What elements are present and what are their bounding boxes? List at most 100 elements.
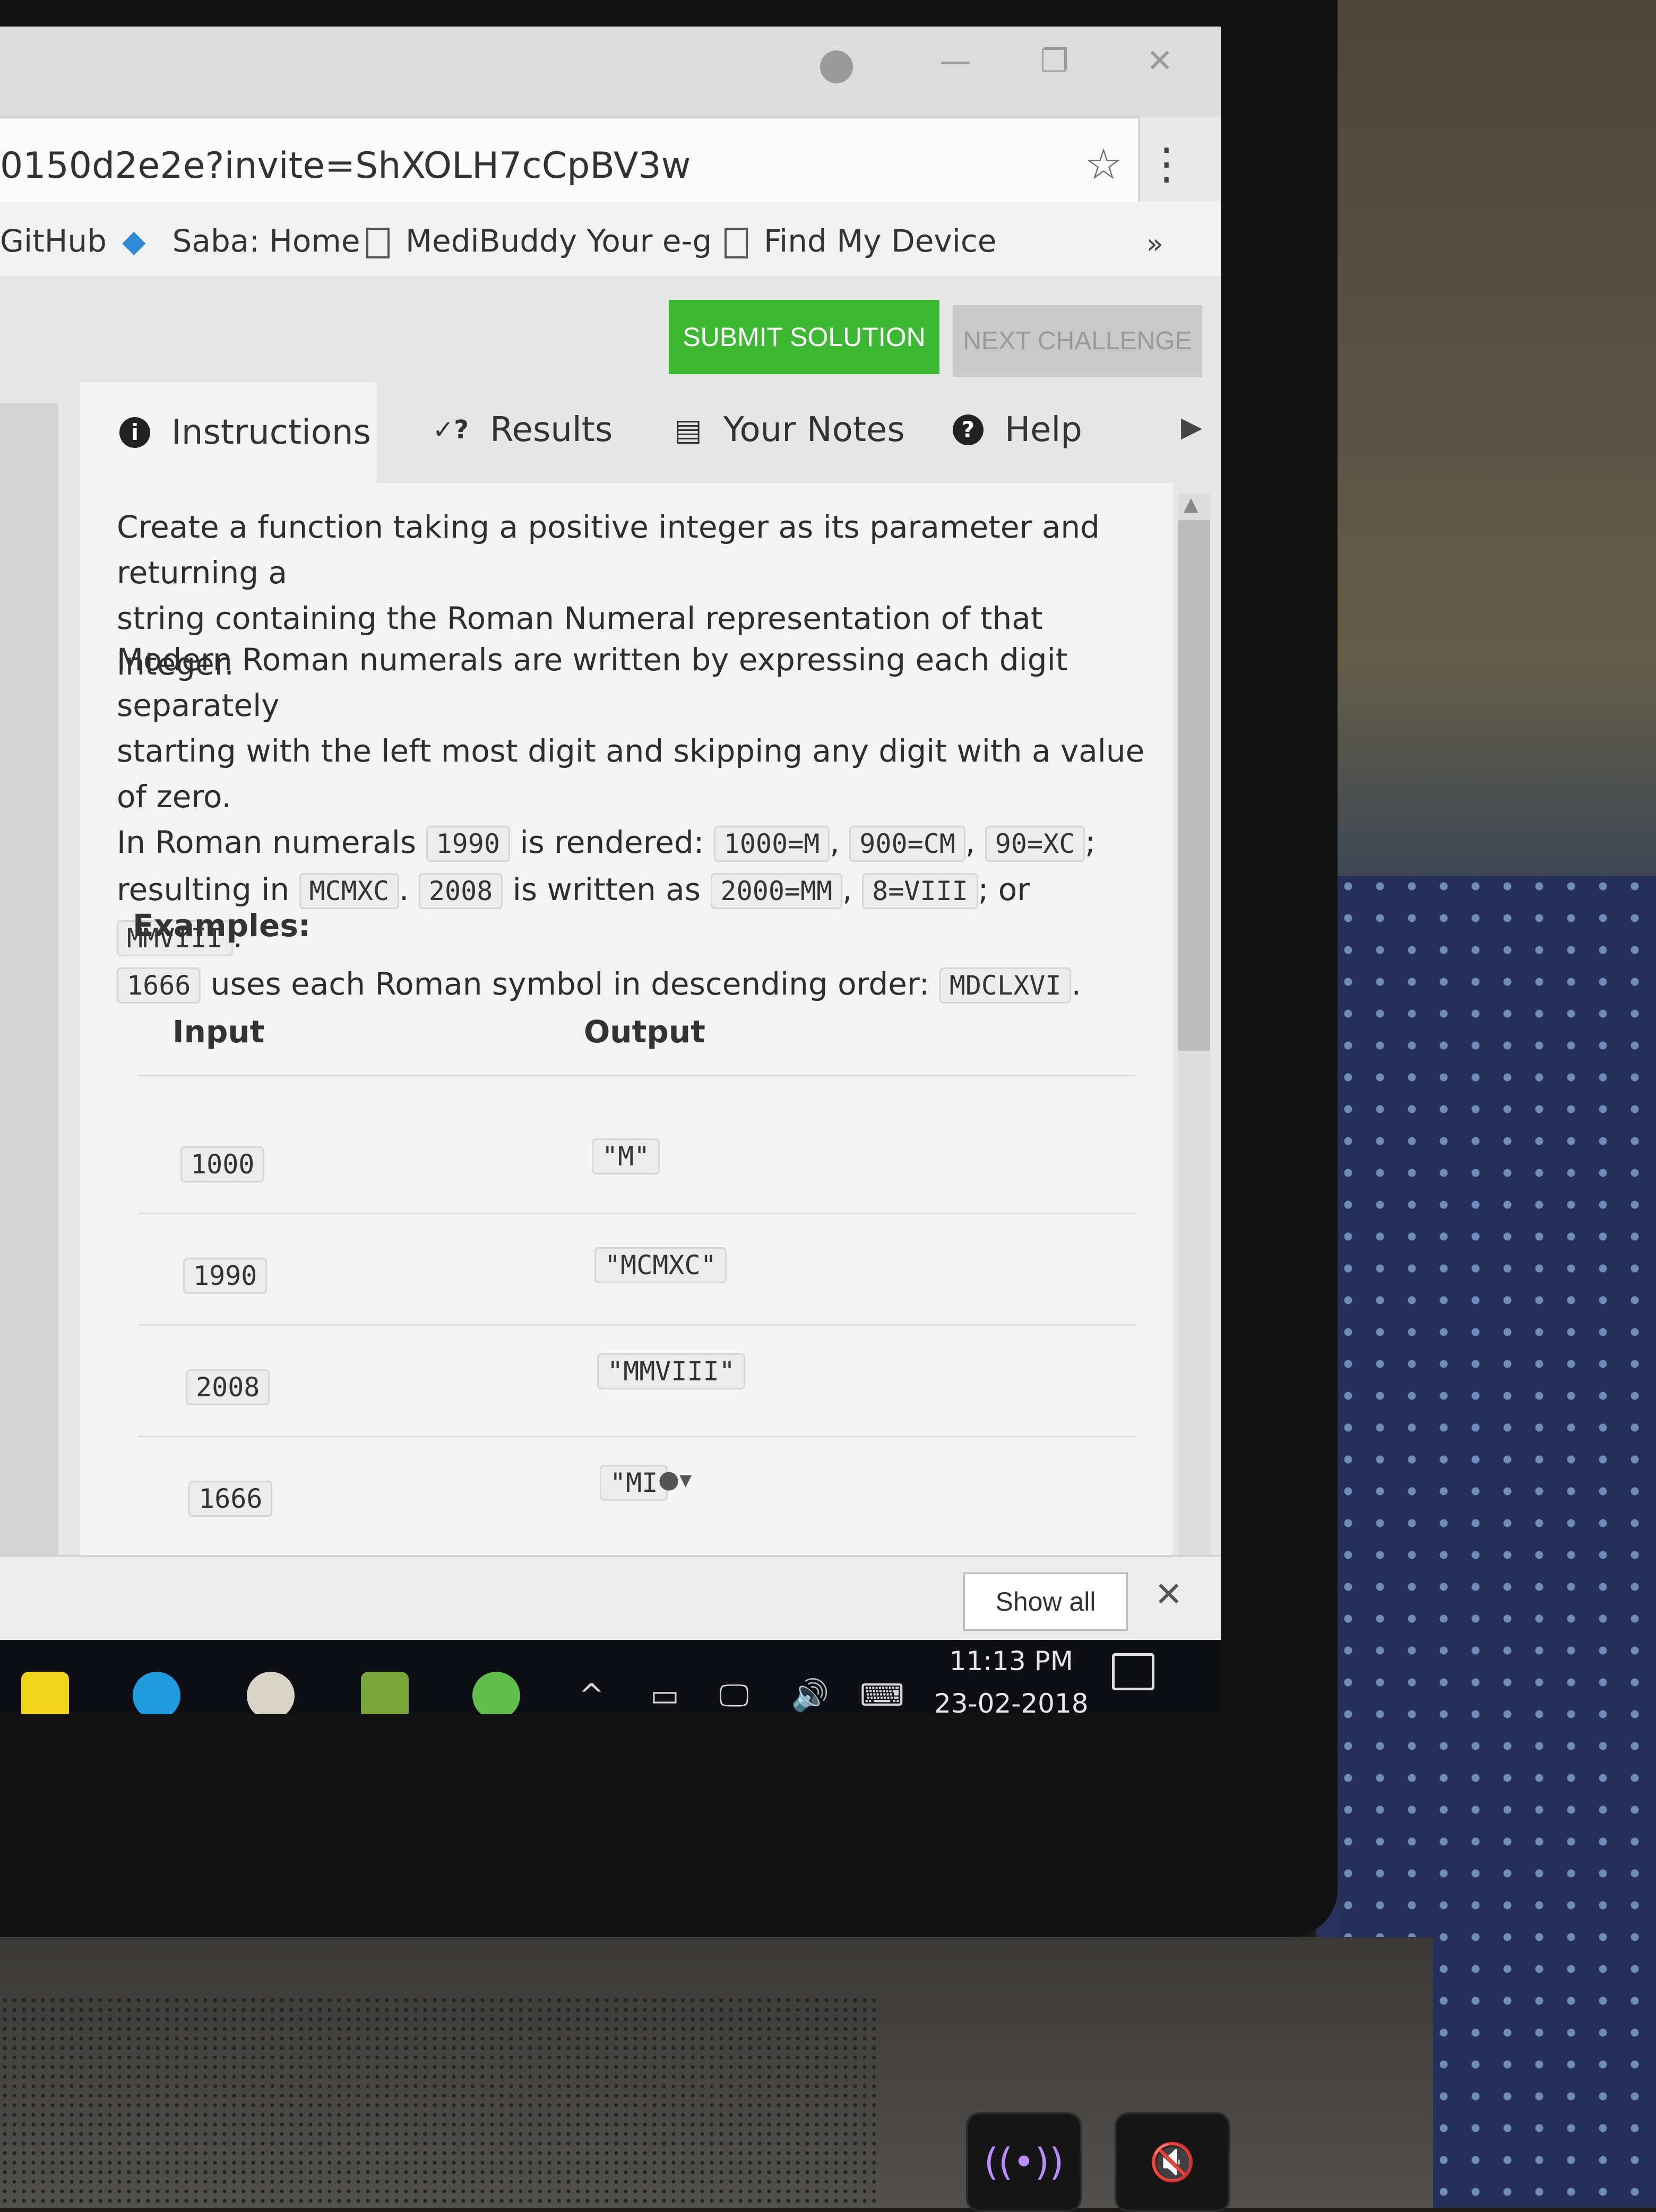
challenge-page: SUBMIT SOLUTION NEXT CHALLENGE i Instruc… <box>0 276 1221 1624</box>
clock-time: 11:13 PM <box>949 1646 1073 1677</box>
text-line: Create a function taking a positive inte… <box>117 509 1100 591</box>
photo-background <box>1316 0 1656 2208</box>
tab-results[interactable]: ✓? Results <box>433 387 613 472</box>
inline-code: MCMXC <box>299 873 400 909</box>
text: In Roman numerals <box>117 824 417 860</box>
volume-icon[interactable]: 🔊 <box>791 1677 829 1714</box>
window-titlebar: — ❐ ✕ <box>0 27 1221 117</box>
text: ; or <box>978 871 1030 908</box>
tab-your-notes[interactable]: ▤ Your Notes <box>674 387 905 472</box>
instructions-panel: Create a function taking a positive inte… <box>80 483 1173 1597</box>
account-icon[interactable] <box>820 50 853 83</box>
inline-code: 90=XC <box>985 826 1085 862</box>
inline-code: 1000=M <box>713 826 830 862</box>
left-panel <box>0 403 58 1624</box>
screen: — ❐ ✕ 0150d2e2e?invite=ShXOLH7cCpBV3w ☆ … <box>0 27 1221 1714</box>
text: is rendered: <box>520 824 704 860</box>
text: resulting in <box>117 871 290 908</box>
page-icon <box>366 227 390 258</box>
text: is written as <box>512 871 701 908</box>
keyboard-icon[interactable]: ⌨ <box>860 1677 904 1713</box>
tab-label: Help <box>1005 410 1082 450</box>
next-challenge-button[interactable]: NEXT CHALLENGE <box>953 305 1202 377</box>
file-manager-icon[interactable] <box>361 1672 409 1714</box>
network-icon[interactable]: 🖵 <box>719 1677 749 1714</box>
bookmark-github[interactable]: GitHub <box>0 223 107 259</box>
table-divider <box>138 1436 1136 1437</box>
examples-heading: Examples: <box>133 908 311 944</box>
tab-label: Results <box>490 410 613 450</box>
inline-code: 2008 <box>418 873 503 909</box>
table-divider <box>138 1075 1136 1076</box>
restore-icon[interactable]: ❐ <box>1040 42 1069 80</box>
info-icon: i <box>119 417 150 448</box>
scroll-mouse-icon: ●▾ <box>658 1465 692 1493</box>
taskbar-clock[interactable]: 11:13 PM 23-02-2018 <box>934 1640 1089 1714</box>
scrollbar-thumb[interactable] <box>1178 520 1210 1051</box>
inline-code: 2000=MM <box>710 873 843 909</box>
clock-app-icon[interactable] <box>247 1672 295 1714</box>
tabs-scroll-right-icon[interactable]: ▶ <box>1181 411 1202 443</box>
wireless-key-icon: ((•)) <box>966 2112 1082 2212</box>
speaker-grille <box>0 1995 876 2208</box>
tab-help[interactable]: ? Help <box>953 387 1082 472</box>
bookmark-find-my-device[interactable]: Find My Device <box>724 223 996 259</box>
mute-key-icon: 🔇 <box>1115 2112 1230 2212</box>
help-icon: ? <box>953 414 984 445</box>
download-bar: Show all ✕ <box>0 1555 1221 1641</box>
output-cell: "MCMXC" <box>594 1247 727 1283</box>
spring-tool-icon[interactable] <box>472 1672 520 1714</box>
table-divider <box>138 1324 1136 1326</box>
inline-code: 900=CM <box>849 826 965 862</box>
tab-label: Instructions <box>171 413 371 452</box>
clock-date: 23-02-2018 <box>934 1688 1089 1714</box>
bookmark-label: GitHub <box>0 223 107 259</box>
inline-code: MDCLXVI <box>939 967 1072 1004</box>
text-line: In Roman numerals 1990 is rendered: 1000… <box>117 819 1152 867</box>
tab-instructions[interactable]: i Instructions <box>80 382 377 483</box>
bookmark-label: Find My Device <box>764 223 997 259</box>
saba-icon: ◆ <box>122 223 146 259</box>
bookmark-saba[interactable]: ◆ Saba: Home <box>122 223 360 259</box>
table-header-input: Input <box>172 1014 265 1050</box>
notes-icon: ▤ <box>674 412 702 447</box>
action-center-icon[interactable] <box>1112 1653 1154 1690</box>
scroll-up-icon[interactable]: ▲ <box>1184 494 1198 515</box>
output-cell: "M" <box>592 1138 660 1174</box>
page-icon <box>724 227 748 258</box>
url-text[interactable]: 0150d2e2e?invite=ShXOLH7cCpBV3w <box>0 145 691 187</box>
tab-label: Your Notes <box>723 410 905 450</box>
bookmarks-bar: GitHub ◆ Saba: Home MediBuddy Your e-g Fi… <box>0 202 1221 278</box>
scrollbar[interactable]: ▲ <box>1178 494 1210 1587</box>
sticky-notes-icon[interactable] <box>21 1672 69 1714</box>
table-divider <box>138 1213 1136 1214</box>
bookmarks-overflow-icon[interactable]: » <box>1146 228 1163 260</box>
bookmark-label: Saba: Home <box>172 223 360 259</box>
input-cell: 1990 <box>183 1258 268 1294</box>
bookmark-medibuddy[interactable]: MediBuddy Your e-g <box>366 223 712 259</box>
submit-solution-button[interactable]: SUBMIT SOLUTION <box>669 300 939 374</box>
minimize-icon[interactable]: — <box>939 42 971 80</box>
close-window-icon[interactable]: ✕ <box>1146 42 1173 80</box>
inline-code: 1666 <box>117 967 201 1004</box>
check-question-icon: ✓? <box>433 415 469 445</box>
battery-icon[interactable]: ▭ <box>650 1677 679 1713</box>
windows-taskbar: ^ ▭ 🖵 🔊 ⌨ 11:13 PM 23-02-2018 <box>0 1640 1221 1714</box>
text-line: Modern Roman numerals are written by exp… <box>117 642 1068 723</box>
tray-expand-icon[interactable]: ^ <box>579 1677 605 1713</box>
inline-code: 1990 <box>426 826 510 862</box>
text-line: 1666 uses each Roman symbol in descendin… <box>117 961 1152 1008</box>
close-download-bar-icon[interactable]: ✕ <box>1154 1575 1183 1614</box>
bookmark-label: MediBuddy Your e-g <box>406 223 712 259</box>
input-cell: 2008 <box>186 1369 270 1405</box>
show-all-button[interactable]: Show all <box>963 1572 1128 1631</box>
text: uses each Roman symbol in descending ord… <box>210 966 930 1002</box>
input-cell: 1000 <box>180 1146 265 1182</box>
table-header-output: Output <box>584 1014 705 1050</box>
details-paragraph: Modern Roman numerals are written by exp… <box>117 637 1152 1008</box>
text-line: starting with the left most digit and sk… <box>117 733 1145 815</box>
browser-menu-icon[interactable]: · · · <box>1160 129 1173 202</box>
output-cell: "MMVIII" <box>597 1353 745 1389</box>
skype-icon[interactable] <box>133 1672 180 1714</box>
bookmark-star-icon[interactable]: ☆ <box>1084 140 1123 189</box>
